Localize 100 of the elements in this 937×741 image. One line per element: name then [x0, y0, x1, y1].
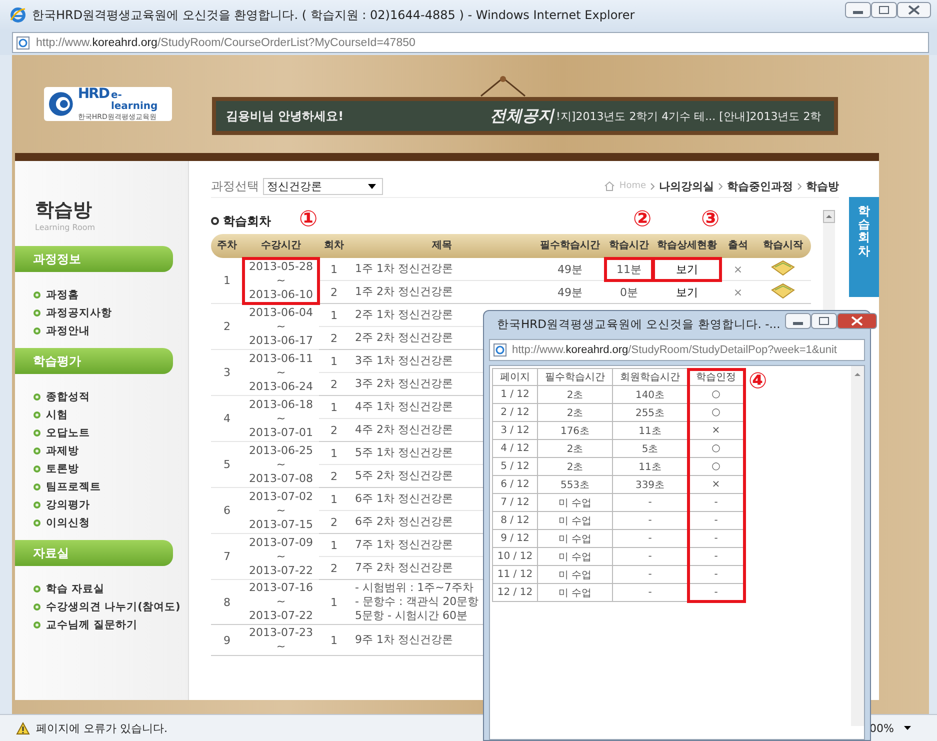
table-cell: 1 [319, 534, 349, 556]
date-text: 2013-06-17 [248, 334, 314, 348]
sidebar-link[interactable]: 종합성적 [46, 390, 90, 404]
logo-brand: HRD [78, 86, 109, 102]
date-text: 2013-07-15 [248, 518, 314, 532]
date-text: 2013-06-04 [248, 306, 314, 320]
sidebar-link[interactable]: 토론방 [46, 462, 79, 476]
date-text: 2013-06-25 [248, 444, 314, 458]
date-text: 2013-05-28 [248, 260, 314, 274]
page-icon [16, 36, 30, 50]
swirl-icon [48, 91, 74, 117]
table-cell: 553초 [538, 476, 612, 494]
bullet-icon [33, 429, 41, 437]
sidebar-link[interactable]: 과제방 [46, 444, 79, 458]
table-cell: 7 / 12 [492, 494, 538, 512]
table-cell: 2 / 12 [492, 404, 538, 422]
close-icon [897, 2, 931, 18]
warning-icon [16, 722, 30, 734]
address-field[interactable]: http://www.koreahrd.org/StudyRoom/CourseOrderList?MyCourseId=47850 [12, 32, 929, 53]
date-separator: ~ [275, 550, 287, 564]
date-separator: ~ [275, 366, 287, 380]
window-title: 한국HRD원격평생교육원에 오신것을 환영합니다. ( 학습지원 : 02)1644-4885 ) - Windows Internet Explorer [32, 6, 636, 24]
course-dropdown[interactable]: 정신건강론 [263, 178, 383, 194]
table-cell: 2 [211, 304, 243, 350]
home-icon [604, 181, 616, 191]
table-cell: × [721, 258, 755, 280]
table-cell: 2 [319, 464, 349, 488]
table-cell: 3 [211, 350, 243, 396]
bullet-icon [33, 465, 41, 473]
table-cell: 1 [319, 580, 349, 624]
date-text: 2013-07-02 [248, 490, 314, 504]
table-cell: 11분 [605, 258, 653, 280]
section-header: 학습평가 [15, 348, 173, 374]
table-cell: 11 / 12 [492, 566, 538, 584]
bullet-icon [33, 411, 41, 419]
column-header: 필수학습시간 [538, 368, 612, 386]
bullet-icon [33, 309, 41, 317]
table-cell: 1 [319, 350, 349, 372]
notice-ticker[interactable]: !지]2013년도 2학기 4기수 테... [안내]2013년도 2학 [556, 108, 822, 124]
bullet-icon [33, 447, 41, 455]
table-cell: 1 [319, 624, 349, 656]
date-separator: ~ [275, 274, 287, 288]
sidebar-link[interactable]: 팀프로젝트 [46, 480, 101, 494]
zoom-control[interactable]: 00% [870, 722, 911, 734]
table-cell: 2초 [538, 458, 612, 476]
breadcrumb-link[interactable]: 학습방 [806, 178, 839, 194]
date-text: 2013-06-10 [248, 288, 314, 302]
sidebar-link[interactable]: 과정안내 [46, 324, 90, 338]
logo-tagline: e-learning [110, 90, 159, 112]
table-cell: 1 [319, 304, 349, 326]
column-header: 제목 [349, 234, 535, 258]
column-header: 학습상세현황 [653, 234, 721, 258]
hanger-icon [478, 75, 528, 97]
notice-label: 전체공지 [490, 106, 556, 126]
column-header: 회차 [319, 234, 349, 258]
date-text: 2013-06-18 [248, 398, 314, 412]
column-header: 학습시작 [755, 234, 811, 258]
table-cell: 미 수업 [538, 530, 612, 548]
table-cell: 49분 [535, 258, 605, 280]
view-link[interactable]: 보기 [676, 262, 698, 276]
date-text: 2013-07-16 [248, 581, 314, 595]
sidebar-link[interactable]: 교수님께 질문하기 [46, 618, 138, 632]
sidebar-link[interactable]: 강의평가 [46, 498, 90, 512]
bullet-icon [33, 291, 41, 299]
table-cell: 10 / 12 [492, 548, 538, 566]
breadcrumb-link[interactable]: 나의강의실 [659, 178, 714, 194]
minimize-icon [845, 2, 871, 18]
sidebar-link[interactable]: 수강생의견 나누기(참여도) [46, 600, 180, 614]
breadcrumb-link[interactable]: 학습중인과정 [727, 178, 793, 194]
table-cell: 2초 [538, 440, 612, 458]
sidebar-title: 학습방 [34, 198, 93, 223]
table-cell: 7 [211, 534, 243, 580]
minimize-icon [785, 313, 812, 329]
date-text: 2013-06-24 [248, 380, 314, 394]
table-cell: 4 / 12 [492, 440, 538, 458]
table-cell: 9 [211, 624, 243, 656]
sidebar-link[interactable]: 과정공지사항 [46, 306, 112, 320]
sidebar-link[interactable]: 시험 [46, 408, 68, 422]
table-cell: 8 [211, 580, 243, 624]
date-separator: ~ [275, 412, 287, 426]
sidebar-link[interactable]: 학습 자료실 [46, 582, 105, 596]
highlight-frame [652, 257, 722, 282]
section-title: 학습회차 [223, 212, 271, 230]
date-text: 2013-07-23 [248, 626, 314, 640]
table-cell: 1 / 12 [492, 386, 538, 404]
table-cell: 1주 1차 정신건강론 [349, 258, 535, 280]
sidebar-link[interactable]: 오답노트 [46, 426, 90, 440]
table-cell: 8 / 12 [492, 512, 538, 530]
sidebar-link[interactable]: 과정홈 [46, 288, 79, 302]
sidebar-link[interactable]: 이의신청 [46, 516, 90, 530]
date-separator: ~ [275, 458, 287, 472]
view-link[interactable]: 보기 [676, 286, 698, 298]
table-cell: 미 수업 [538, 494, 612, 512]
bullet-icon [33, 585, 41, 593]
table-cell: 2초 [538, 386, 612, 404]
table-cell: 2 [319, 418, 349, 442]
dropdown-arrow-icon [368, 184, 376, 188]
bullet-icon [33, 483, 41, 491]
address-field[interactable]: http://www.koreahrd.org/StudyRoom/StudyDetailPop?week=1&unit [489, 339, 865, 361]
bullet-icon [33, 621, 41, 629]
